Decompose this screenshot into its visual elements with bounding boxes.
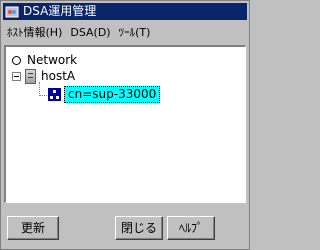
- server-icon: [25, 68, 36, 84]
- tree-connector-vertical: [39, 82, 40, 96]
- menu-tools[interactable]: ﾂｰﾙ(T): [115, 24, 155, 42]
- network-label: Network: [27, 53, 78, 67]
- organization-icon: [48, 87, 61, 101]
- dsa-management-window: DSA運用管理 ﾎｽﾄ情報(H) DSA(D) ﾂｰﾙ(T) Network h…: [0, 0, 250, 250]
- menu-dsa[interactable]: DSA(D): [66, 24, 114, 42]
- entry-label[interactable]: cn=sup-33000: [64, 85, 161, 103]
- close-button[interactable]: 閉じる: [115, 216, 163, 240]
- update-button[interactable]: 更新: [7, 216, 59, 240]
- tree-connector-horizontal: [39, 95, 47, 96]
- tree-node-entry[interactable]: cn=sup-33000: [48, 85, 161, 103]
- button-bar: 更新 閉じる ﾍﾙﾌﾟ: [3, 209, 247, 247]
- menu-bar: ﾎｽﾄ情報(H) DSA(D) ﾂｰﾙ(T): [3, 23, 247, 43]
- collapse-icon[interactable]: [12, 71, 21, 81]
- tree-node-network[interactable]: Network: [12, 52, 77, 68]
- app-icon: [5, 5, 19, 19]
- radio-icon[interactable]: [12, 55, 21, 65]
- host-label: hostA: [41, 69, 76, 83]
- menu-host-info[interactable]: ﾎｽﾄ情報(H): [3, 24, 66, 42]
- title-bar[interactable]: DSA運用管理: [3, 3, 247, 20]
- help-button[interactable]: ﾍﾙﾌﾟ: [167, 216, 215, 240]
- tree-view[interactable]: Network hostA cn=sup-33000: [4, 45, 246, 203]
- tree-node-host[interactable]: hostA: [12, 68, 75, 84]
- window-title: DSA運用管理: [23, 4, 97, 18]
